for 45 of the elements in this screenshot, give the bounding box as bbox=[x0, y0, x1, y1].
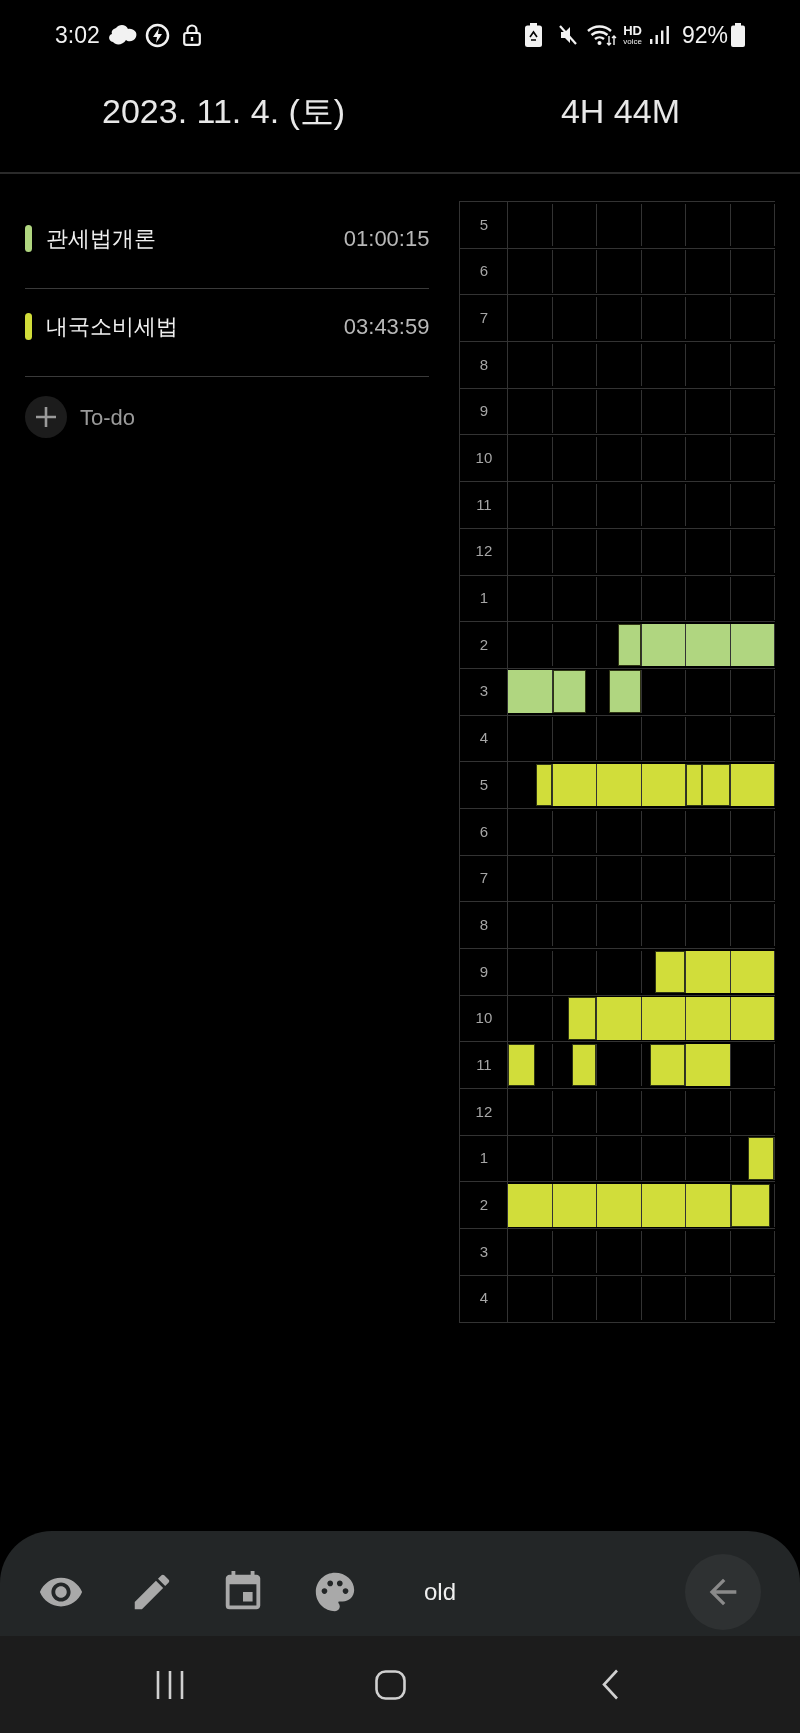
hour-cell: 2 bbox=[460, 622, 509, 669]
hour-cell: 8 bbox=[460, 342, 509, 389]
hour-cell: 5 bbox=[460, 202, 509, 249]
hour-cell: 4 bbox=[460, 715, 509, 763]
hour-cell: 10 bbox=[460, 995, 509, 1043]
hour-cell: 12 bbox=[460, 528, 509, 576]
clock-time: 3:02 bbox=[55, 23, 100, 47]
home-icon[interactable] bbox=[374, 1669, 406, 1700]
hour-cell: 11 bbox=[460, 482, 509, 529]
hour-cell: 9 bbox=[460, 949, 509, 996]
hour-cell: 7 bbox=[460, 295, 509, 343]
battery-percent: 92% bbox=[681, 23, 728, 47]
voice-label: voice bbox=[623, 37, 642, 46]
subject-time: 03:43:59 bbox=[343, 313, 430, 340]
cloud-icon bbox=[107, 24, 138, 46]
hour-cell: 9 bbox=[460, 388, 509, 436]
old-button[interactable]: old bbox=[424, 1573, 457, 1610]
hour-cell: 6 bbox=[460, 248, 509, 296]
subject-name[interactable]: 관세법개론 bbox=[46, 225, 156, 252]
battery-saver-icon bbox=[525, 23, 543, 47]
hour-cell: 3 bbox=[460, 1229, 509, 1276]
total-time: 4H 44M bbox=[560, 94, 680, 128]
wifi-icon bbox=[587, 24, 618, 46]
hour-cell: 10 bbox=[460, 435, 509, 483]
back-icon[interactable] bbox=[601, 1669, 619, 1700]
signal-icon bbox=[649, 26, 669, 44]
hour-cell: 6 bbox=[460, 808, 509, 856]
hour-cell: 5 bbox=[460, 762, 509, 809]
mute-icon bbox=[559, 25, 578, 45]
subject-name[interactable]: 내국소비세법 bbox=[46, 313, 178, 340]
recent-apps-icon[interactable] bbox=[155, 1669, 185, 1700]
hd-label: HD bbox=[623, 24, 642, 37]
hour-cell: 1 bbox=[460, 1135, 509, 1183]
hour-cell: 8 bbox=[460, 902, 509, 949]
subject-time: 01:00:15 bbox=[343, 225, 430, 252]
lock-icon bbox=[182, 24, 201, 46]
hour-cell: 7 bbox=[460, 855, 509, 903]
hour-cell: 1 bbox=[460, 575, 509, 623]
hour-cell: 12 bbox=[460, 1089, 509, 1136]
charging-bolt-icon bbox=[144, 22, 170, 48]
hour-cell: 4 bbox=[460, 1275, 509, 1323]
plus-icon[interactable] bbox=[25, 396, 67, 438]
date-title: 2023. 11. 4. (토) bbox=[102, 94, 346, 128]
todo-add-label[interactable]: To-do bbox=[80, 400, 136, 434]
battery-icon bbox=[731, 23, 745, 47]
